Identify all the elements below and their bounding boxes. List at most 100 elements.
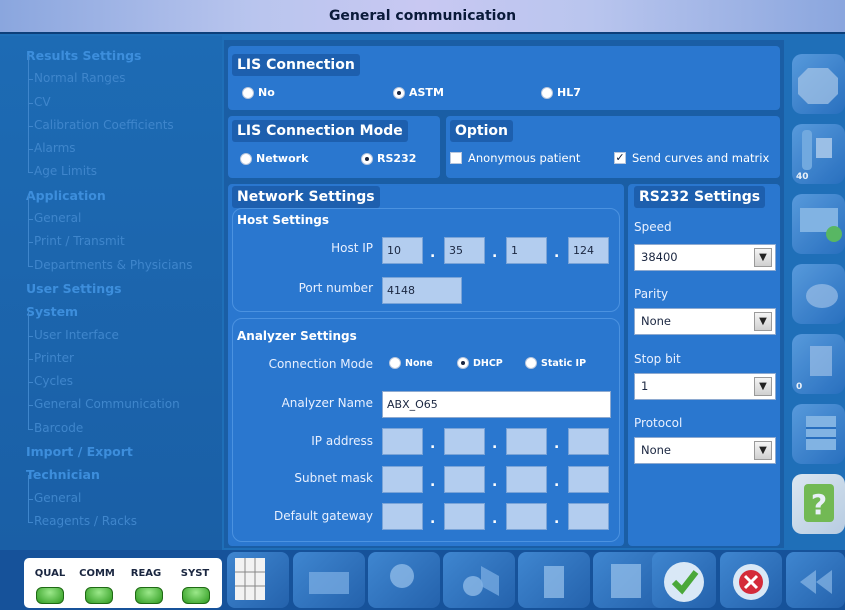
sidebar-item-user-interface[interactable]: User Interface <box>26 311 222 347</box>
chevron-down-icon: ▼ <box>754 312 772 331</box>
rs232-settings-title: RS232 Settings <box>634 186 766 208</box>
rack-run-button[interactable] <box>792 194 845 254</box>
ip-address-octet-1[interactable] <box>382 428 423 455</box>
host-settings-title: Host Settings <box>237 213 329 227</box>
host-ip-octet-4[interactable]: 124 <box>568 237 609 264</box>
main-content: LIS Connection No ASTM HL7 LIS Connectio… <box>224 40 784 548</box>
delete-button[interactable] <box>518 552 590 608</box>
connection-mode-radio-static-ip[interactable]: Static IP <box>525 357 586 369</box>
default-gateway-octet-2[interactable] <box>444 503 485 530</box>
archive-button[interactable]: 0 <box>792 334 845 394</box>
parity-value: None <box>641 314 672 328</box>
protocol-select[interactable]: None ▼ <box>634 437 776 464</box>
sidebar-group-technician[interactable]: Technician <box>26 463 222 486</box>
keyboard-button[interactable] <box>227 552 289 608</box>
sidebar-item-technician-general[interactable]: General <box>26 474 222 510</box>
add-button[interactable] <box>443 552 515 608</box>
subnet-mask-octet-1[interactable] <box>382 466 423 493</box>
host-ip-octet-1[interactable]: 10 <box>382 237 423 264</box>
lis-mode-radio-rs232[interactable]: RS232 <box>361 152 416 165</box>
sidebar-item-cv[interactable]: CV <box>26 78 222 114</box>
sidebar-group-import-export[interactable]: Import / Export <box>26 440 222 463</box>
status-led-syst[interactable] <box>182 587 210 604</box>
host-ip-octet-2[interactable]: 35 <box>444 237 485 264</box>
sidebar-item-cycles[interactable]: Cycles <box>26 358 222 393</box>
lis-connection-radio-no[interactable]: No <box>242 86 275 99</box>
checkbox-empty-icon <box>450 152 462 164</box>
status-led-comm[interactable] <box>85 587 113 604</box>
connection-mode-radio-none[interactable]: None <box>389 357 433 369</box>
port-number-label: Port number <box>298 281 373 295</box>
ip-separator: . <box>492 511 498 527</box>
radio-selected-icon <box>393 86 405 99</box>
parity-select[interactable]: None ▼ <box>634 308 776 335</box>
trash-icon <box>544 566 564 598</box>
lis-mode-option-label: RS232 <box>377 152 417 165</box>
port-number-input[interactable]: 4148 <box>382 277 462 304</box>
print-button[interactable] <box>293 552 365 608</box>
sample-hand-button[interactable] <box>792 264 845 324</box>
host-settings-group: Host Settings Host IP 10 . 35 . 1 . 124 … <box>232 208 620 312</box>
right-toolbar: 40 0 ? <box>786 40 845 548</box>
lis-connection-radio-hl7[interactable]: HL7 <box>541 86 581 99</box>
back-button[interactable] <box>786 552 845 608</box>
radio-icon <box>389 357 401 369</box>
sidebar-item-alarms[interactable]: Alarms <box>26 125 222 160</box>
sidebar-group-application[interactable]: Application <box>26 184 222 207</box>
radio-selected-icon <box>457 357 469 369</box>
sidebar-item-age-limits[interactable]: Age Limits <box>26 148 222 183</box>
send-curves-label: Send curves and matrix <box>632 151 770 165</box>
radio-icon <box>525 357 537 369</box>
cancel-button[interactable] <box>720 552 782 608</box>
checkmark-icon: ✓ <box>614 151 626 164</box>
status-led-qual[interactable] <box>36 587 64 604</box>
subnet-mask-label: Subnet mask <box>294 471 373 485</box>
list-icon <box>806 416 836 450</box>
sidebar-item-print-transmit[interactable]: Print / Transmit <box>26 218 222 253</box>
ip-separator: . <box>430 474 436 490</box>
sidebar-group-results-settings[interactable]: Results Settings <box>26 44 222 67</box>
host-ip-octet-3[interactable]: 1 <box>506 237 547 264</box>
stop-hand-button[interactable] <box>792 54 845 114</box>
tubes-button[interactable]: 40 <box>792 124 845 184</box>
lis-connection-radio-astm[interactable]: ASTM <box>393 86 444 99</box>
add-icon <box>463 566 499 596</box>
sidebar-item-calibration-coefficients[interactable]: Calibration Coefficients <box>26 101 222 137</box>
default-gateway-octet-3[interactable] <box>506 503 547 530</box>
search-icon <box>390 564 414 588</box>
anonymous-patient-checkbox[interactable]: Anonymous patient <box>450 151 580 165</box>
subnet-mask-octet-2[interactable] <box>444 466 485 493</box>
subnet-mask-octet-3[interactable] <box>506 466 547 493</box>
send-curves-checkbox[interactable]: ✓ Send curves and matrix <box>614 151 769 165</box>
sidebar-item-barcode[interactable]: Barcode <box>26 404 222 440</box>
lis-connection-option-label: ASTM <box>409 86 444 99</box>
ip-address-octet-2[interactable] <box>444 428 485 455</box>
default-gateway-octet-4[interactable] <box>568 503 609 530</box>
speed-select[interactable]: 38400 ▼ <box>634 244 776 271</box>
search-button[interactable] <box>368 552 440 608</box>
sidebar-item-departments-physicians[interactable]: Departments & Physicians <box>26 241 222 277</box>
subnet-mask-octet-4[interactable] <box>568 466 609 493</box>
sidebar-item-general-communication[interactable]: General Communication <box>26 381 222 416</box>
sidebar-group-system[interactable]: System <box>26 300 222 323</box>
ip-address-octet-3[interactable] <box>506 428 547 455</box>
status-label-syst: SYST <box>180 568 210 579</box>
default-gateway-label: Default gateway <box>274 509 373 523</box>
ip-address-octet-4[interactable] <box>568 428 609 455</box>
stop-bit-select[interactable]: 1 ▼ <box>634 373 776 400</box>
sidebar-item-application-general[interactable]: General <box>26 194 222 230</box>
default-gateway-octet-1[interactable] <box>382 503 423 530</box>
ip-separator: . <box>492 436 498 452</box>
sidebar-item-reagents-racks[interactable]: Reagents / Racks <box>26 497 222 533</box>
sidebar-item-normal-ranges[interactable]: Normal Ranges <box>26 55 222 90</box>
analyzer-name-input[interactable]: ABX_O65 <box>382 391 611 418</box>
help-button[interactable]: ? <box>792 474 845 534</box>
validate-button[interactable] <box>652 552 716 608</box>
lis-mode-radio-network[interactable]: Network <box>240 152 308 165</box>
status-led-reag[interactable] <box>135 587 163 604</box>
sidebar-group-user-settings[interactable]: User Settings <box>26 277 222 300</box>
sidebar-item-printer[interactable]: Printer <box>26 334 222 370</box>
list-button[interactable] <box>792 404 845 464</box>
connection-mode-radio-dhcp[interactable]: DHCP <box>457 357 503 369</box>
ip-separator: . <box>430 245 436 261</box>
